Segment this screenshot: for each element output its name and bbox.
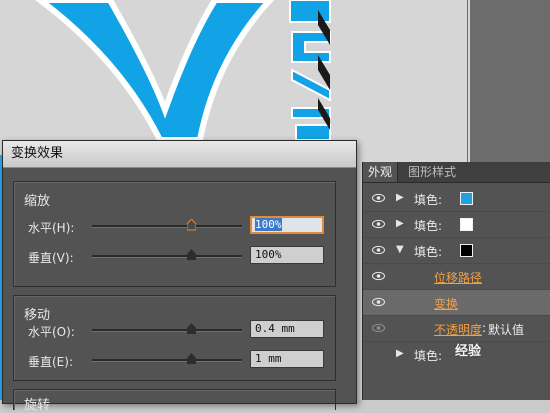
eye-icon[interactable] (372, 271, 385, 281)
eye-icon[interactable] (372, 245, 385, 255)
fill-row-white[interactable]: ▶ 填色: (363, 212, 550, 238)
watermark-text: 经验 (455, 344, 482, 359)
fill-label: 填色: (414, 349, 443, 363)
scale-horizontal-row: 水平(H): 100% (28, 216, 328, 238)
effect-row-offset-path[interactable]: 位移路径 (363, 264, 550, 290)
fill-label: 填色: (414, 245, 443, 259)
scale-horizontal-input[interactable]: 100% (250, 216, 324, 234)
slider-thumb-icon[interactable] (187, 353, 196, 364)
expand-triangle-icon[interactable]: ▶ (396, 218, 404, 229)
tab-graphic-styles[interactable]: 图形样式 (403, 162, 461, 182)
slider-thumb-icon[interactable] (187, 219, 196, 231)
scale-vertical-label: 垂直(V): (28, 251, 74, 265)
move-horizontal-slider[interactable] (92, 323, 242, 334)
move-group: 移动 水平(O): 0.4 mm 垂直(E): 1 mm (13, 295, 336, 381)
fill-row-blue[interactable]: ▶ 填色: (363, 186, 550, 212)
fill-label: 填色: (414, 219, 443, 233)
appearance-panel: 外观 图形样式 ▶ 填色: ▶ 填色: ▼ 填色: 位移路径 变换 不透明度 :… (362, 162, 550, 400)
scale-horizontal-slider[interactable] (92, 219, 242, 231)
tab-appearance[interactable]: 外观 (363, 162, 399, 182)
effect-transform-link[interactable]: 变换 (434, 295, 458, 312)
scale-vertical-slider[interactable] (92, 249, 242, 260)
scale-horizontal-label: 水平(H): (28, 221, 75, 235)
fill-swatch-black[interactable] (460, 244, 473, 257)
move-vertical-row: 垂直(E): 1 mm (28, 350, 328, 372)
scale-group: 缩放 水平(H): 100% 垂直(V): 100% (13, 181, 336, 287)
move-vertical-input[interactable]: 1 mm (250, 350, 324, 368)
eye-icon[interactable] (372, 193, 385, 203)
separator: : (482, 321, 487, 335)
move-horizontal-label: 水平(O): (28, 325, 75, 339)
effect-row-transform[interactable]: 变换 (363, 290, 550, 316)
move-horizontal-row: 水平(O): 0.4 mm (28, 320, 328, 342)
eye-icon[interactable] (372, 219, 385, 229)
move-vertical-slider[interactable] (92, 353, 242, 364)
effect-offset-path-link[interactable]: 位移路径 (434, 269, 482, 286)
opacity-link[interactable]: 不透明度 (434, 321, 482, 338)
transform-effect-dialog: 变换效果 缩放 水平(H): 100% 垂直(V): 100% 移动 水平(O) (2, 140, 357, 413)
expand-triangle-icon[interactable]: ▶ (396, 348, 404, 359)
slider-thumb-icon[interactable] (187, 323, 196, 334)
fill-row-black[interactable]: ▼ 填色: (363, 238, 550, 264)
scale-group-title: 缩放 (24, 194, 51, 209)
fill-label: 填色: (414, 193, 443, 207)
fill-swatch-blue[interactable] (460, 192, 473, 205)
expand-triangle-icon[interactable]: ▶ (396, 192, 404, 203)
fill-swatch-white[interactable] (460, 218, 473, 231)
rotate-group-title: 旋转 (24, 398, 51, 413)
collapse-triangle-icon[interactable]: ▼ (396, 244, 404, 255)
dialog-title[interactable]: 变换效果 (3, 141, 356, 168)
eye-icon[interactable] (372, 323, 385, 333)
move-horizontal-input[interactable]: 0.4 mm (250, 320, 324, 338)
slider-thumb-icon[interactable] (187, 249, 196, 260)
opacity-row[interactable]: 不透明度 : 默认值 (363, 316, 550, 342)
pasteboard-area (470, 0, 550, 165)
move-vertical-label: 垂直(E): (28, 355, 73, 369)
scale-vertical-input[interactable]: 100% (250, 246, 324, 264)
scale-vertical-row: 垂直(V): 100% (28, 246, 328, 268)
eye-icon[interactable] (372, 297, 385, 307)
panel-tab-bar: 外观 图形样式 (363, 162, 550, 183)
opacity-value: 默认值 (488, 323, 525, 337)
